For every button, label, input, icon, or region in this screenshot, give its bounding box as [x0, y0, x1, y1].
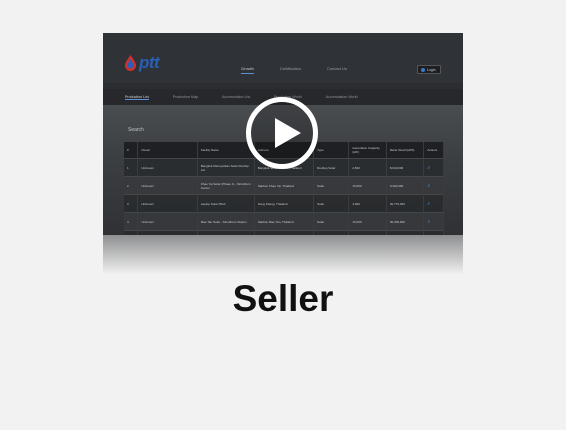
play-icon: [275, 118, 301, 148]
table-cell: 1: [124, 158, 139, 177]
table-cell: Nakhon Mae Tan, Thailand: [254, 212, 315, 231]
table-cell: Rooftop Solar: [313, 158, 350, 177]
user-icon: [421, 67, 425, 72]
table-cell: 2,500: [348, 158, 387, 177]
table-cell: Bangkok Metropolitan Solar Rooftop Ltd: [197, 158, 255, 177]
table-cell: 3: [124, 194, 139, 213]
magnifier-icon[interactable]: ⌕: [423, 176, 444, 195]
table-cell: 4: [124, 212, 139, 231]
tab-production-list[interactable]: Production List: [125, 95, 149, 100]
login-label: Login: [427, 67, 436, 72]
table-cell: Nakhon Khao Yai, Thailand: [254, 176, 315, 195]
ptt-drop-icon: [125, 55, 136, 71]
tab-accumulation-list[interactable]: Accumulation List: [222, 95, 250, 99]
ptt-logo: ptt: [125, 53, 185, 79]
table-cell: Unknown: [137, 176, 198, 195]
table-cell: 20,770,400: [386, 194, 425, 213]
table-cell: 15,000: [348, 176, 387, 195]
table-cell: 8,040,000: [386, 158, 425, 177]
table-cell: Unknown: [137, 194, 198, 213]
col-index: #: [124, 142, 139, 159]
table-row[interactable]: 3 Unknown Laptop Solar Plant Nong Khang, Th…: [124, 194, 444, 213]
table-cell: 15,000: [348, 212, 387, 231]
table-row[interactable]: 4 Unknown Mae Tan Solar - Sirindhorn Stati…: [124, 212, 444, 231]
col-actions: Actions: [423, 142, 444, 159]
col-owner: Owner: [137, 142, 198, 159]
table-cell: Solar: [313, 212, 350, 231]
caption-title: Seller: [232, 278, 334, 319]
login-button[interactable]: Login: [417, 65, 441, 74]
table-cell: Khao Yai Solar (Phase 1) - Sirindhorn Ce…: [197, 176, 255, 195]
tab-production-map[interactable]: Production Map: [173, 95, 198, 99]
search-label[interactable]: Search: [128, 127, 144, 133]
magnifier-icon[interactable]: ⌕: [423, 194, 444, 213]
table-cell: Unknown: [137, 158, 198, 177]
logo-text: ptt: [139, 53, 160, 72]
col-meter: Meter Read (kWh): [386, 142, 425, 159]
table-row[interactable]: 2 Unknown Khao Yai Solar (Phase 1) - Sirin…: [124, 176, 444, 195]
magnifier-icon[interactable]: ⌕: [423, 158, 444, 177]
table-cell: Unknown: [137, 212, 198, 231]
table-cell: 2: [124, 176, 139, 195]
table-cell: Mae Tan Solar - Sirindhorn Station: [197, 212, 255, 231]
nav-item-contact[interactable]: Contact Us: [327, 66, 347, 73]
table-cell: Solar: [313, 194, 350, 213]
nav-item-growth[interactable]: Growth: [241, 66, 254, 74]
table-cell: 9,300,000: [386, 176, 425, 195]
magnifier-icon[interactable]: ⌕: [423, 212, 444, 231]
table-cell: Laptop Solar Plant: [197, 194, 255, 213]
video-app-header: ptt Growth Certification Contact Us Logi…: [103, 33, 463, 83]
video-reflection: [103, 235, 463, 275]
tab-accumulation-world[interactable]: Accumulation World: [326, 95, 358, 99]
table-cell: Solar: [313, 176, 350, 195]
table-cell: Nong Khang, Thailand: [254, 194, 315, 213]
col-type: Type: [313, 142, 350, 159]
table-cell: 30,000,000: [386, 212, 425, 231]
col-capacity: Generation Capacity (kW): [348, 142, 387, 159]
top-nav: Growth Certification Contact Us: [241, 66, 347, 74]
play-button[interactable]: [246, 97, 318, 169]
table-cell: 4,000: [348, 194, 387, 213]
col-facility: Facility Name: [197, 142, 255, 159]
nav-item-certification[interactable]: Certification: [280, 66, 301, 73]
